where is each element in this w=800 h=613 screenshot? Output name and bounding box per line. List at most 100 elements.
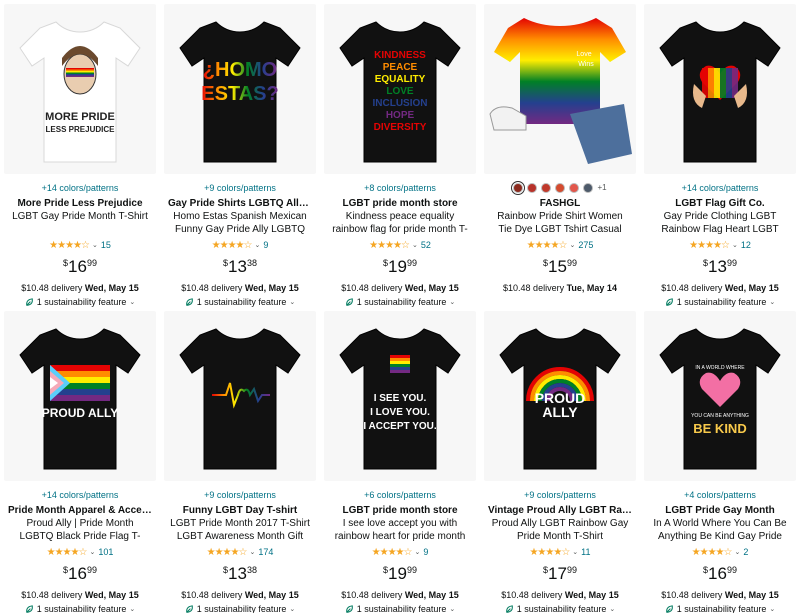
review-count[interactable]: 2 <box>743 547 748 557</box>
color-swatch[interactable] <box>511 180 526 195</box>
product-brand[interactable]: LGBT Flag Gift Co. <box>644 197 796 210</box>
color-swatch[interactable] <box>569 182 580 193</box>
product-rating[interactable]: ★★★★☆ ⌄ 11 <box>484 546 636 558</box>
product-image[interactable] <box>164 311 316 481</box>
product-brand[interactable]: Gay Pride Shirts LGBTQ Ally LGBT... <box>164 197 316 210</box>
chevron-down-icon[interactable]: ⌄ <box>572 548 578 556</box>
review-count[interactable]: 101 <box>98 547 113 557</box>
sustainability-badge[interactable]: 1 sustainability feature ⌄ <box>324 297 476 307</box>
product-card[interactable]: Love Wins +1 FASHGL Rainbow Pride Shirt Wome… <box>480 0 640 306</box>
sustainability-badge[interactable]: 1 sustainability feature ⌄ <box>4 297 156 307</box>
product-image[interactable]: PROUD ALLY <box>4 311 156 481</box>
product-brand[interactable]: More Pride Less Prejudice <box>4 197 156 210</box>
product-title[interactable]: Proud Ally LGBT Rainbow Gay Pride Month … <box>484 517 636 543</box>
product-rating[interactable]: ★★★★☆ ⌄ 101 <box>4 546 156 558</box>
product-brand[interactable]: LGBT pride month store <box>324 197 476 210</box>
product-image[interactable]: PROUD ALLY <box>484 311 636 481</box>
chevron-down-icon[interactable]: ⌄ <box>769 298 775 306</box>
product-image[interactable]: MORE PRIDE LESS PREJUDICE <box>4 4 156 174</box>
product-price[interactable]: $1338 <box>164 564 316 584</box>
review-count[interactable]: 12 <box>741 240 751 250</box>
chevron-down-icon[interactable]: ⌄ <box>89 548 95 556</box>
product-brand[interactable]: Pride Month Apparel & Accessories <box>4 504 156 517</box>
chevron-down-icon[interactable]: ⌄ <box>412 241 418 249</box>
product-card[interactable]: IN A WORLD WHERE YOU CAN BE ANYTHING BE KI… <box>640 307 800 613</box>
product-price[interactable]: $1699 <box>4 564 156 584</box>
product-price[interactable]: $1338 <box>164 257 316 277</box>
star-rating-icon[interactable]: ★★★★☆ <box>372 547 413 558</box>
chevron-down-icon[interactable]: ⌄ <box>732 241 738 249</box>
chevron-down-icon[interactable]: ⌄ <box>92 241 98 249</box>
product-price[interactable]: $1999 <box>324 257 476 277</box>
product-card[interactable]: +14 colors/patterns LGBT Flag Gift Co. Gay… <box>640 0 800 307</box>
product-brand[interactable]: FASHGL <box>484 197 636 210</box>
product-title[interactable]: Gay Pride Clothing LGBT Rainbow Flag Hea… <box>644 210 796 236</box>
sustainability-badge[interactable]: 1 sustainability feature ⌄ <box>4 604 156 613</box>
chevron-down-icon[interactable]: ⌄ <box>129 298 135 306</box>
color-variants-link[interactable]: +4 colors/patterns <box>644 489 796 501</box>
star-rating-icon[interactable]: ★★★★☆ <box>689 240 730 251</box>
product-card[interactable]: KINDNESS PEACE EQUALITY LOVE INCLUSION HOPE DI… <box>320 0 480 307</box>
review-count[interactable]: 9 <box>423 547 428 557</box>
review-count[interactable]: 174 <box>258 547 273 557</box>
star-rating-icon[interactable]: ★★★★☆ <box>212 240 253 251</box>
product-title[interactable]: I see love accept you with rainbow heart… <box>324 517 476 543</box>
sustainability-badge[interactable]: 1 sustainability feature ⌄ <box>164 604 316 613</box>
product-rating[interactable]: ★★★★☆ ⌄ 12 <box>644 239 796 251</box>
color-variants-link[interactable]: +9 colors/patterns <box>164 489 316 501</box>
sustainability-badge[interactable]: 1 sustainability feature ⌄ <box>324 604 476 613</box>
product-title[interactable]: Homo Estas Spanish Mexican Funny Gay Pri… <box>164 210 316 236</box>
product-title[interactable]: Kindness peace equality rainbow flag for… <box>324 210 476 236</box>
color-variants-link[interactable]: +14 colors/patterns <box>4 182 156 194</box>
sustainability-badge[interactable]: 1 sustainability feature ⌄ <box>644 297 796 307</box>
chevron-down-icon[interactable]: ⌄ <box>254 241 260 249</box>
star-rating-icon[interactable]: ★★★★☆ <box>369 240 410 251</box>
product-card[interactable]: +9 colors/patterns Funny LGBT Day T-shirt… <box>160 307 320 613</box>
product-rating[interactable]: ★★★★☆ ⌄ 15 <box>4 239 156 251</box>
chevron-down-icon[interactable]: ⌄ <box>289 605 295 613</box>
star-rating-icon[interactable]: ★★★★☆ <box>529 547 570 558</box>
product-title[interactable]: In A World Where You Can Be Anything Be … <box>644 517 796 543</box>
color-variants-link[interactable]: +14 colors/patterns <box>644 182 796 194</box>
chevron-down-icon[interactable]: ⌄ <box>609 605 615 613</box>
product-brand[interactable]: Vintage Proud Ally LGBT Rainbow... <box>484 504 636 517</box>
product-brand[interactable]: LGBT pride month store <box>324 504 476 517</box>
chevron-down-icon[interactable]: ⌄ <box>734 548 740 556</box>
color-variants-link[interactable]: +9 colors/patterns <box>484 489 636 501</box>
review-count[interactable]: 11 <box>581 547 590 557</box>
color-variants-link[interactable]: +14 colors/patterns <box>4 489 156 501</box>
sustainability-badge[interactable]: 1 sustainability feature ⌄ <box>484 604 636 613</box>
color-variants-link[interactable]: +8 colors/patterns <box>324 182 476 194</box>
chevron-down-icon[interactable]: ⌄ <box>414 548 420 556</box>
chevron-down-icon[interactable]: ⌄ <box>449 298 455 306</box>
color-variants-link[interactable]: +9 colors/patterns <box>164 182 316 194</box>
star-rating-icon[interactable]: ★★★★☆ <box>527 240 568 251</box>
review-count[interactable]: 275 <box>578 240 593 250</box>
product-brand[interactable]: LGBT Pride Gay Month <box>644 504 796 517</box>
star-rating-icon[interactable]: ★★★★☆ <box>692 547 733 558</box>
more-swatches-count[interactable]: +1 <box>597 183 606 192</box>
color-swatch[interactable] <box>583 182 594 193</box>
product-title[interactable]: Proud Ally | Pride Month LGBTQ Black Pri… <box>4 517 156 543</box>
product-title[interactable]: LGBT Gay Pride Month T-Shirt <box>4 210 156 236</box>
chevron-down-icon[interactable]: ⌄ <box>289 298 295 306</box>
product-price[interactable]: $1699 <box>4 257 156 277</box>
color-variants-link[interactable]: +6 colors/patterns <box>324 489 476 501</box>
product-title[interactable]: Rainbow Pride Shirt Women Tie Dye LGBT T… <box>484 210 636 236</box>
review-count[interactable]: 52 <box>421 240 431 250</box>
color-swatch[interactable] <box>541 182 552 193</box>
product-rating[interactable]: ★★★★☆ ⌄ 52 <box>324 239 476 251</box>
chevron-down-icon[interactable]: ⌄ <box>769 605 775 613</box>
star-rating-icon[interactable]: ★★★★☆ <box>47 547 88 558</box>
product-price[interactable]: $1599 <box>484 257 636 277</box>
review-count[interactable]: 15 <box>101 240 111 250</box>
product-rating[interactable]: ★★★★☆ ⌄ 275 <box>484 239 636 251</box>
sustainability-badge[interactable]: 1 sustainability feature ⌄ <box>164 297 316 307</box>
chevron-down-icon[interactable]: ⌄ <box>449 605 455 613</box>
product-image[interactable] <box>644 4 796 174</box>
product-price[interactable]: $1399 <box>644 257 796 277</box>
star-rating-icon[interactable]: ★★★★☆ <box>49 240 90 251</box>
product-price[interactable]: $1999 <box>324 564 476 584</box>
product-image[interactable]: I SEE YOU. I LOVE YOU. I ACCEPT YOU. <box>324 311 476 481</box>
product-rating[interactable]: ★★★★☆ ⌄ 9 <box>164 239 316 251</box>
